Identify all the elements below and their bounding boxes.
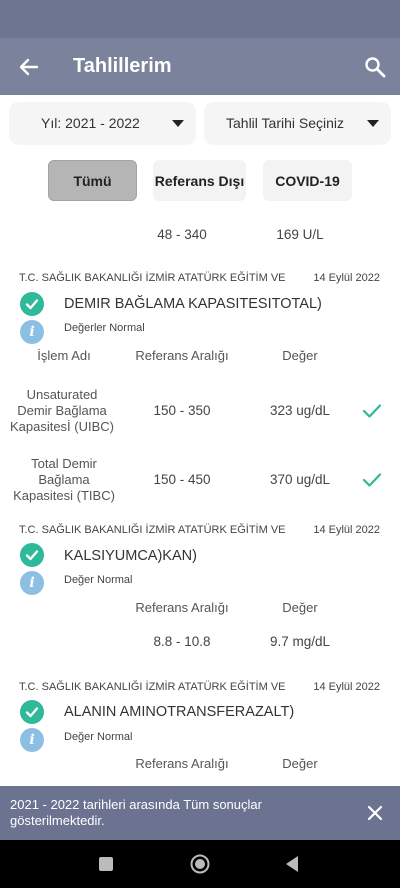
column-header-range: Referans Aralığı <box>135 348 229 363</box>
column-header-range: Referans Aralığı <box>135 756 229 771</box>
row-value: 9.7 mg/dL <box>269 634 331 649</box>
search-icon <box>365 56 386 77</box>
tab-all[interactable]: Tümü <box>48 160 137 201</box>
test-date: 14 Eylül 2022 <box>313 524 380 536</box>
filter-row: Yıl: 2021 - 2022 Tahlil Tarihi Seçiniz <box>9 102 391 144</box>
recents-button[interactable] <box>82 840 130 888</box>
check-icon <box>362 404 382 418</box>
column-header-value: Değer <box>282 600 318 615</box>
snackbar-message: 2021 - 2022 tarihleri arasında Tüm sonuç… <box>10 797 262 828</box>
row-range: 150 - 350 <box>153 403 211 418</box>
status-text: Değerler Normal <box>64 322 145 334</box>
test-date: 14 Eylül 2022 <box>313 681 380 693</box>
info-icon[interactable]: i <box>20 571 44 595</box>
row-name: Unsaturated Demir Bağlama Kapasitesİ (UI… <box>9 387 115 434</box>
snackbar-close-button[interactable] <box>360 798 390 828</box>
hospital-name: T.C. SAĞLIK BAKANLIĞI İZMİR ATATÜRK EĞİT… <box>19 272 286 284</box>
close-icon <box>367 805 383 821</box>
year-dropdown-label: Yıl: 2021 - 2022 <box>41 115 140 131</box>
tab-covid19[interactable]: COVID-19 <box>263 160 352 201</box>
check-circle-icon <box>20 292 44 316</box>
hospital-name: T.C. SAĞLIK BAKANLIĞI İZMİR ATATÜRK EĞİT… <box>19 681 286 693</box>
status-bar <box>0 0 400 38</box>
check-circle-icon <box>20 700 44 724</box>
tab-bar: Tümü Referans Dışı COVID-19 <box>0 160 400 201</box>
status-text: Değer Normal <box>64 731 133 743</box>
row-range: 150 - 450 <box>153 472 211 487</box>
results-list[interactable]: 48 - 340 169 U/L T.C. SAĞLIK BAKANLIĞI İ… <box>0 210 400 786</box>
page-title: Tahlillerim <box>73 55 172 77</box>
column-header-name: İşlem Adı <box>37 348 91 363</box>
hospital-name: T.C. SAĞLIK BAKANLIĞI İZMİR ATATÜRK EĞİT… <box>19 524 286 536</box>
back-triangle-icon <box>286 856 298 872</box>
row-value: 323 ug/dL <box>269 403 331 418</box>
recents-icon <box>99 857 113 871</box>
home-button[interactable] <box>176 840 224 888</box>
caret-down-icon <box>367 119 379 127</box>
tab-out-of-range[interactable]: Referans Dışı <box>153 160 246 201</box>
check-icon <box>362 473 382 487</box>
back-button[interactable] <box>0 38 58 95</box>
home-icon <box>190 854 210 874</box>
test-date-dropdown-label: Tahlil Tarihi Seçiniz <box>226 115 345 131</box>
test-date-dropdown[interactable]: Tahlil Tarihi Seçiniz <box>204 102 391 144</box>
column-header-value: Değer <box>282 348 318 363</box>
system-nav-bar <box>0 840 400 888</box>
caret-down-icon <box>172 119 184 127</box>
test-name: DEMIR BAĞLAMA KAPASITESITOTAL) <box>64 296 322 312</box>
status-text: Değer Normal <box>64 574 133 586</box>
arrow-left-icon <box>19 58 39 75</box>
info-icon[interactable]: i <box>20 728 44 752</box>
test-name: ALANIN AMINOTRANSFERAZALT) <box>64 704 295 720</box>
search-button[interactable] <box>350 38 400 95</box>
info-icon[interactable]: i <box>20 320 44 344</box>
partial-row-range: 48 - 340 <box>157 227 207 242</box>
row-range: 8.8 - 10.8 <box>153 634 211 649</box>
partial-row-value: 169 U/L <box>276 227 324 242</box>
back-nav-button[interactable] <box>268 840 316 888</box>
row-name: Total Demir Bağlama Kapasitesi (TIBC) <box>13 456 115 503</box>
check-circle-icon <box>20 543 44 567</box>
column-header-value: Değer <box>282 756 318 771</box>
app-bar: Tahlillerim <box>0 38 400 95</box>
snackbar: 2021 - 2022 tarihleri arasında Tüm sonuç… <box>0 786 400 840</box>
row-value: 370 ug/dL <box>269 472 331 487</box>
year-dropdown[interactable]: Yıl: 2021 - 2022 <box>9 102 196 144</box>
column-header-range: Referans Aralığı <box>135 600 229 615</box>
test-name: KALSIYUMCA)KAN) <box>64 548 197 564</box>
test-date: 14 Eylül 2022 <box>313 272 380 284</box>
